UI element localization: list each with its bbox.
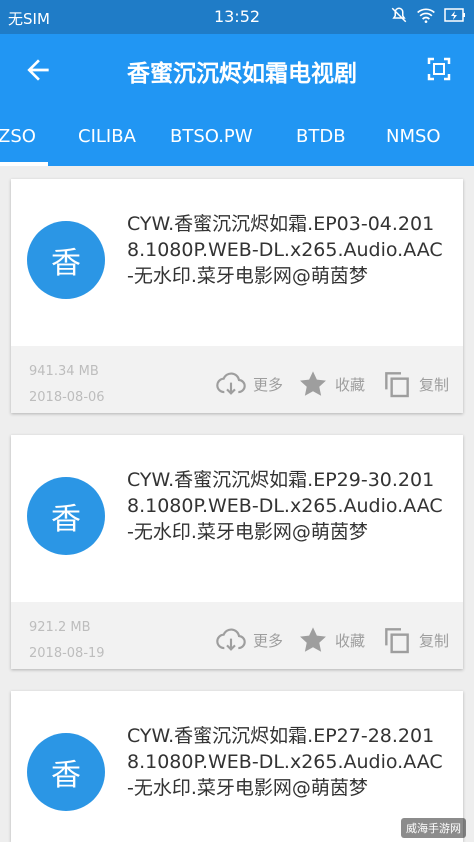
wifi-icon <box>417 8 435 23</box>
file-date: 2018-08-06 <box>29 390 105 405</box>
battery-icon <box>444 8 465 22</box>
avatar: 香 <box>27 477 105 555</box>
status-icons <box>390 6 466 24</box>
tab-btdb[interactable]: BTDB <box>296 126 346 147</box>
tab-zso[interactable]: ZSO <box>0 126 36 147</box>
copy-button[interactable]: 复制 <box>381 624 449 656</box>
more-button[interactable]: 更多 <box>215 368 283 400</box>
tab-btso[interactable]: BTSO.PW <box>170 126 253 147</box>
mute-icon <box>391 7 407 23</box>
app-bar: 香蜜沉沉烬如霜电视剧 <box>0 34 474 108</box>
copy-button[interactable]: 复制 <box>381 368 449 400</box>
result-title: CYW.香蜜沉沉烬如霜.EP03-04.2018.1080P.WEB-DL.x2… <box>127 213 443 287</box>
avatar: 香 <box>27 733 105 811</box>
favorite-button[interactable]: 收藏 <box>297 624 365 656</box>
more-button[interactable]: 更多 <box>215 624 283 656</box>
tab-nmso[interactable]: NMSO <box>386 126 441 147</box>
cloud-download-icon <box>216 372 246 395</box>
copy-icon <box>385 628 409 654</box>
favorite-button[interactable]: 收藏 <box>297 368 365 400</box>
back-arrow-icon[interactable] <box>22 54 54 86</box>
scan-icon[interactable] <box>424 54 454 84</box>
result-card[interactable]: 香 CYW.香蜜沉沉烬如霜.EP03-04.2018.1080P.WEB-DL.… <box>11 179 463 413</box>
file-size: 921.2 MB <box>29 620 91 635</box>
tab-ciliba[interactable]: CILIBA <box>78 126 136 147</box>
favorite-label: 收藏 <box>335 375 366 394</box>
favorite-label: 收藏 <box>335 631 366 650</box>
status-bar: 无SIM 13:52 <box>0 0 474 34</box>
result-title: CYW.香蜜沉沉烬如霜.EP27-28.2018.1080P.WEB-DL.x2… <box>127 725 443 799</box>
copy-icon <box>385 372 409 398</box>
watermark-logo: 威海手游网 <box>401 818 466 838</box>
copy-label: 复制 <box>419 631 450 650</box>
result-footer: 941.34 MB 2018-08-06 更多 收藏 复制 <box>11 346 463 413</box>
result-card[interactable]: 香 CYW.香蜜沉沉烬如霜.EP27-28.2018.1080P.WEB-DL.… <box>11 691 463 842</box>
cloud-download-icon <box>216 628 246 651</box>
more-label: 更多 <box>253 631 284 650</box>
file-date: 2018-08-19 <box>29 646 105 661</box>
result-title: CYW.香蜜沉沉烬如霜.EP29-30.2018.1080P.WEB-DL.x2… <box>127 469 443 543</box>
star-icon <box>300 371 326 396</box>
copy-label: 复制 <box>419 375 450 394</box>
more-label: 更多 <box>253 375 284 394</box>
page-title: 香蜜沉沉烬如霜电视剧 <box>127 61 357 87</box>
tab-indicator <box>0 162 48 166</box>
avatar: 香 <box>27 221 105 299</box>
source-tabs: ZSO CILIBA BTSO.PW BTDB NMSO <box>0 108 474 166</box>
star-icon <box>300 627 326 652</box>
result-footer: 921.2 MB 2018-08-19 更多 收藏 复制 <box>11 602 463 669</box>
result-card[interactable]: 香 CYW.香蜜沉沉烬如霜.EP29-30.2018.1080P.WEB-DL.… <box>11 435 463 669</box>
file-size: 941.34 MB <box>29 364 99 379</box>
